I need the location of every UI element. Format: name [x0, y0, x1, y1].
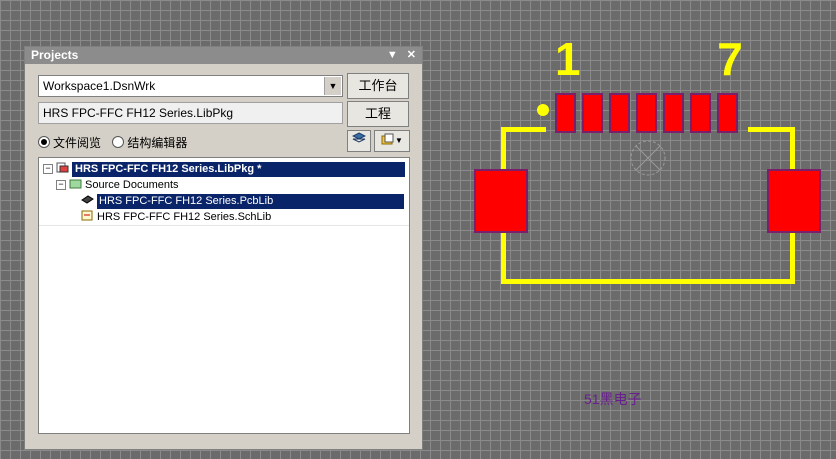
chevron-down-icon: ▼: [395, 136, 403, 145]
radio-unselected-icon: [112, 136, 125, 148]
pad-1[interactable]: [555, 93, 576, 133]
silk-right-lower: [790, 233, 795, 284]
pad-6[interactable]: [690, 93, 711, 133]
pcblib-file-icon: [81, 195, 94, 204]
workspace-button[interactable]: 工作台: [347, 73, 409, 99]
tree-divider: [39, 225, 409, 226]
folder-icon: [69, 179, 82, 189]
origin-crosshair-icon: [630, 140, 666, 176]
workspace-select-value: Workspace1.DsnWrk: [43, 79, 156, 93]
radio-file-view[interactable]: 文件阅览: [38, 136, 104, 150]
schlib-label: HRS FPC-FFC FH12 Series.SchLib: [97, 211, 272, 223]
silk-top-left: [501, 127, 546, 132]
silk-left-upper: [501, 127, 506, 169]
silk-bottom: [501, 279, 795, 284]
pin1-marker-dot: [537, 104, 549, 116]
library-package-icon: [56, 162, 69, 173]
project-button[interactable]: 工程: [347, 101, 409, 127]
pcblib-label: HRS FPC-FFC FH12 Series.PcbLib: [97, 194, 404, 209]
silk-right-upper: [790, 127, 795, 169]
schlib-file-icon: [81, 210, 93, 221]
tree-row-folder[interactable]: − Source Documents: [56, 178, 179, 193]
pin-label-first: 1: [555, 33, 581, 85]
dropdown-icon[interactable]: ▼: [387, 49, 398, 61]
tree-row-project[interactable]: − HRS FPC-FFC FH12 Series.LibPkg *: [43, 162, 405, 177]
radio-selected-icon: [38, 136, 50, 148]
workspace-select[interactable]: Workspace1.DsnWrk ▼: [38, 75, 343, 97]
panel-title: Projects: [31, 48, 79, 62]
pad-2[interactable]: [582, 93, 603, 133]
mount-pad-left[interactable]: [474, 169, 528, 233]
panel-title-bar: Projects ▼ ✕: [25, 47, 422, 64]
pad-7[interactable]: [717, 93, 738, 133]
folder-label: Source Documents: [85, 179, 179, 191]
view-mode-radios: 文件阅览 结构编辑器: [38, 134, 195, 151]
radio-file-view-label: 文件阅览: [53, 136, 102, 150]
projects-panel: Projects ▼ ✕ Workspace1.DsnWrk ▼ 工作台 HRS…: [24, 46, 423, 450]
watermark-text: 51黑电子: [584, 391, 642, 407]
layers-button[interactable]: [347, 130, 371, 152]
collapse-icon[interactable]: −: [43, 164, 53, 174]
collapse-icon[interactable]: −: [56, 180, 66, 190]
layers-icon: [351, 132, 367, 143]
radio-struct-editor-label: 结构编辑器: [127, 136, 188, 150]
project-label: HRS FPC-FFC FH12 Series.LibPkg *: [72, 162, 405, 177]
tree-row-schlib[interactable]: HRS FPC-FFC FH12 Series.SchLib: [81, 210, 271, 225]
pad-4[interactable]: [636, 93, 657, 133]
close-icon[interactable]: ✕: [407, 49, 416, 61]
silk-left-lower: [501, 233, 506, 284]
folder-open-icon: [381, 133, 394, 145]
chevron-down-icon[interactable]: ▼: [324, 77, 341, 95]
project-tree: − HRS FPC-FFC FH12 Series.LibPkg * − Sourc…: [38, 157, 410, 434]
project-field[interactable]: HRS FPC-FFC FH12 Series.LibPkg: [38, 102, 343, 124]
radio-struct-editor[interactable]: 结构编辑器: [112, 136, 187, 150]
open-options-button[interactable]: ▼: [374, 130, 410, 152]
pad-3[interactable]: [609, 93, 630, 133]
mount-pad-right[interactable]: [767, 169, 821, 233]
pad-5[interactable]: [663, 93, 684, 133]
silk-top-right: [748, 127, 795, 132]
pin-label-last: 7: [717, 33, 743, 85]
tree-row-pcblib[interactable]: HRS FPC-FFC FH12 Series.PcbLib: [81, 194, 405, 209]
